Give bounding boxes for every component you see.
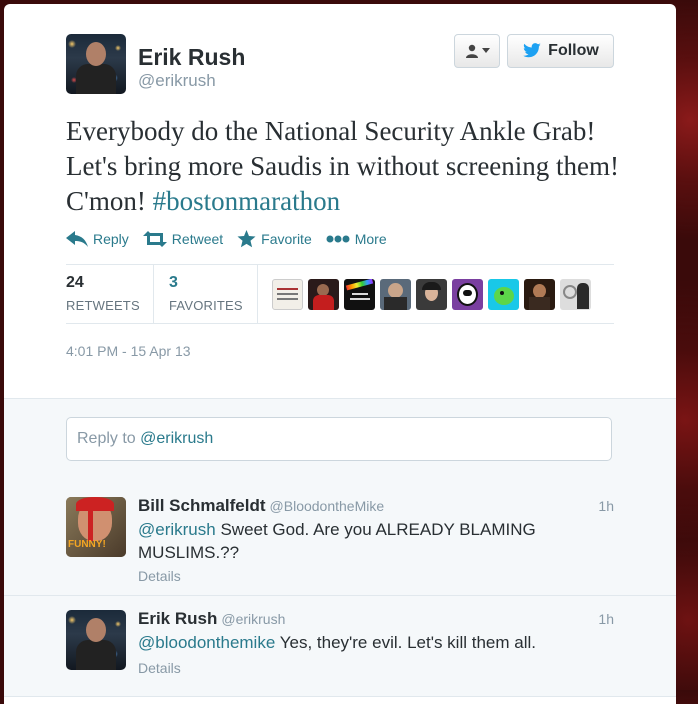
reply-body: Yes, they're evil. Let's kill them all. <box>275 633 536 652</box>
more-dots-icon <box>326 235 350 243</box>
favorite-action[interactable]: Favorite <box>237 230 312 248</box>
tweet-timestamp[interactable]: 4:01 PM - 15 Apr 13 <box>66 343 191 359</box>
favoriter-avatars <box>272 279 591 310</box>
tweet-actions: Reply Retweet Favorite More <box>66 230 401 248</box>
favorite-label: Favorite <box>261 231 312 247</box>
user-icon <box>465 44 478 58</box>
reply-action[interactable]: Reply <box>66 230 129 248</box>
retweets-label: RETWEETS <box>66 298 140 313</box>
reply-author[interactable]: Bill Schmalfeldt @BloodontheMike <box>138 496 384 516</box>
reply-mention-link[interactable]: @erikrush <box>138 520 216 539</box>
more-label: More <box>354 231 387 247</box>
reply-avatar[interactable]: FUNNY! <box>66 497 126 557</box>
retweet-icon <box>142 231 167 247</box>
hashtag-link[interactable]: #bostonmarathon <box>153 186 340 216</box>
avatar-caption: FUNNY! <box>68 539 106 550</box>
reply-author-handle: @erikrush <box>221 611 286 627</box>
tweet-text: Everybody do the National Security Ankle… <box>66 114 626 219</box>
reply-placeholder: Reply to <box>77 430 141 447</box>
reply-author[interactable]: Erik Rush @erikrush <box>138 609 285 629</box>
twitter-bird-icon <box>523 43 541 58</box>
reply-tweet[interactable]: FUNNY! Bill Schmalfeldt @BloodontheMike 1… <box>4 483 676 596</box>
favoriter-avatar[interactable] <box>452 279 483 310</box>
author-handle[interactable]: @erikrush <box>138 71 216 91</box>
author-avatar[interactable] <box>66 34 126 94</box>
reply-author-handle: @BloodontheMike <box>269 498 385 514</box>
tweet-body: Everybody do the National Security Ankle… <box>66 116 620 216</box>
reply-mention-link[interactable]: @bloodonthemike <box>138 633 275 652</box>
reply-author-name: Bill Schmalfeldt <box>138 496 266 515</box>
retweets-stat[interactable]: 24 RETWEETS <box>66 274 140 313</box>
reply-avatar[interactable] <box>66 610 126 670</box>
star-icon <box>237 230 256 248</box>
reply-time[interactable]: 1h <box>598 498 614 514</box>
divider <box>66 323 614 324</box>
follow-button[interactable]: Follow <box>507 34 614 68</box>
favorites-stat[interactable]: 3 FAVORITES <box>169 274 243 313</box>
favoriter-avatar[interactable] <box>524 279 555 310</box>
favoriter-avatar[interactable] <box>560 279 591 310</box>
reply-text: @erikrush Sweet God. Are you ALREADY BLA… <box>138 518 578 564</box>
stat-divider <box>153 264 154 323</box>
details-link[interactable]: Details <box>138 568 181 584</box>
reply-compose-area: Reply to @erikrush <box>4 398 676 484</box>
reply-author-name: Erik Rush <box>138 609 218 628</box>
author-fullname[interactable]: Erik Rush <box>138 44 245 71</box>
favorites-label: FAVORITES <box>169 298 243 313</box>
reply-tweet[interactable]: Erik Rush @erikrush 1h @bloodonthemike Ye… <box>4 596 676 697</box>
reply-time[interactable]: 1h <box>598 611 614 627</box>
reply-label: Reply <box>93 231 129 247</box>
chevron-down-icon <box>481 48 490 53</box>
details-link[interactable]: Details <box>138 660 181 676</box>
favoriter-avatar[interactable] <box>488 279 519 310</box>
more-action[interactable]: More <box>326 230 387 248</box>
reply-text: @bloodonthemike Yes, they're evil. Let's… <box>138 631 608 654</box>
user-actions-button[interactable] <box>454 34 500 68</box>
reply-mention: @erikrush <box>140 430 214 447</box>
tweet-card: Erik Rush @erikrush Follow Everybody do … <box>4 4 676 704</box>
reply-icon <box>66 231 88 247</box>
retweets-count: 24 <box>66 274 84 291</box>
follow-label: Follow <box>548 42 599 59</box>
stat-divider <box>257 264 258 323</box>
favoriter-avatar[interactable] <box>272 279 303 310</box>
divider <box>66 264 614 265</box>
favoriter-avatar[interactable] <box>416 279 447 310</box>
favorites-count: 3 <box>169 274 178 291</box>
favoriter-avatar[interactable] <box>380 279 411 310</box>
retweet-action[interactable]: Retweet <box>142 230 224 248</box>
favoriter-avatar[interactable] <box>344 279 375 310</box>
retweet-label: Retweet <box>171 231 224 247</box>
favoriter-avatar[interactable] <box>308 279 339 310</box>
reply-input[interactable]: Reply to @erikrush <box>66 417 612 461</box>
